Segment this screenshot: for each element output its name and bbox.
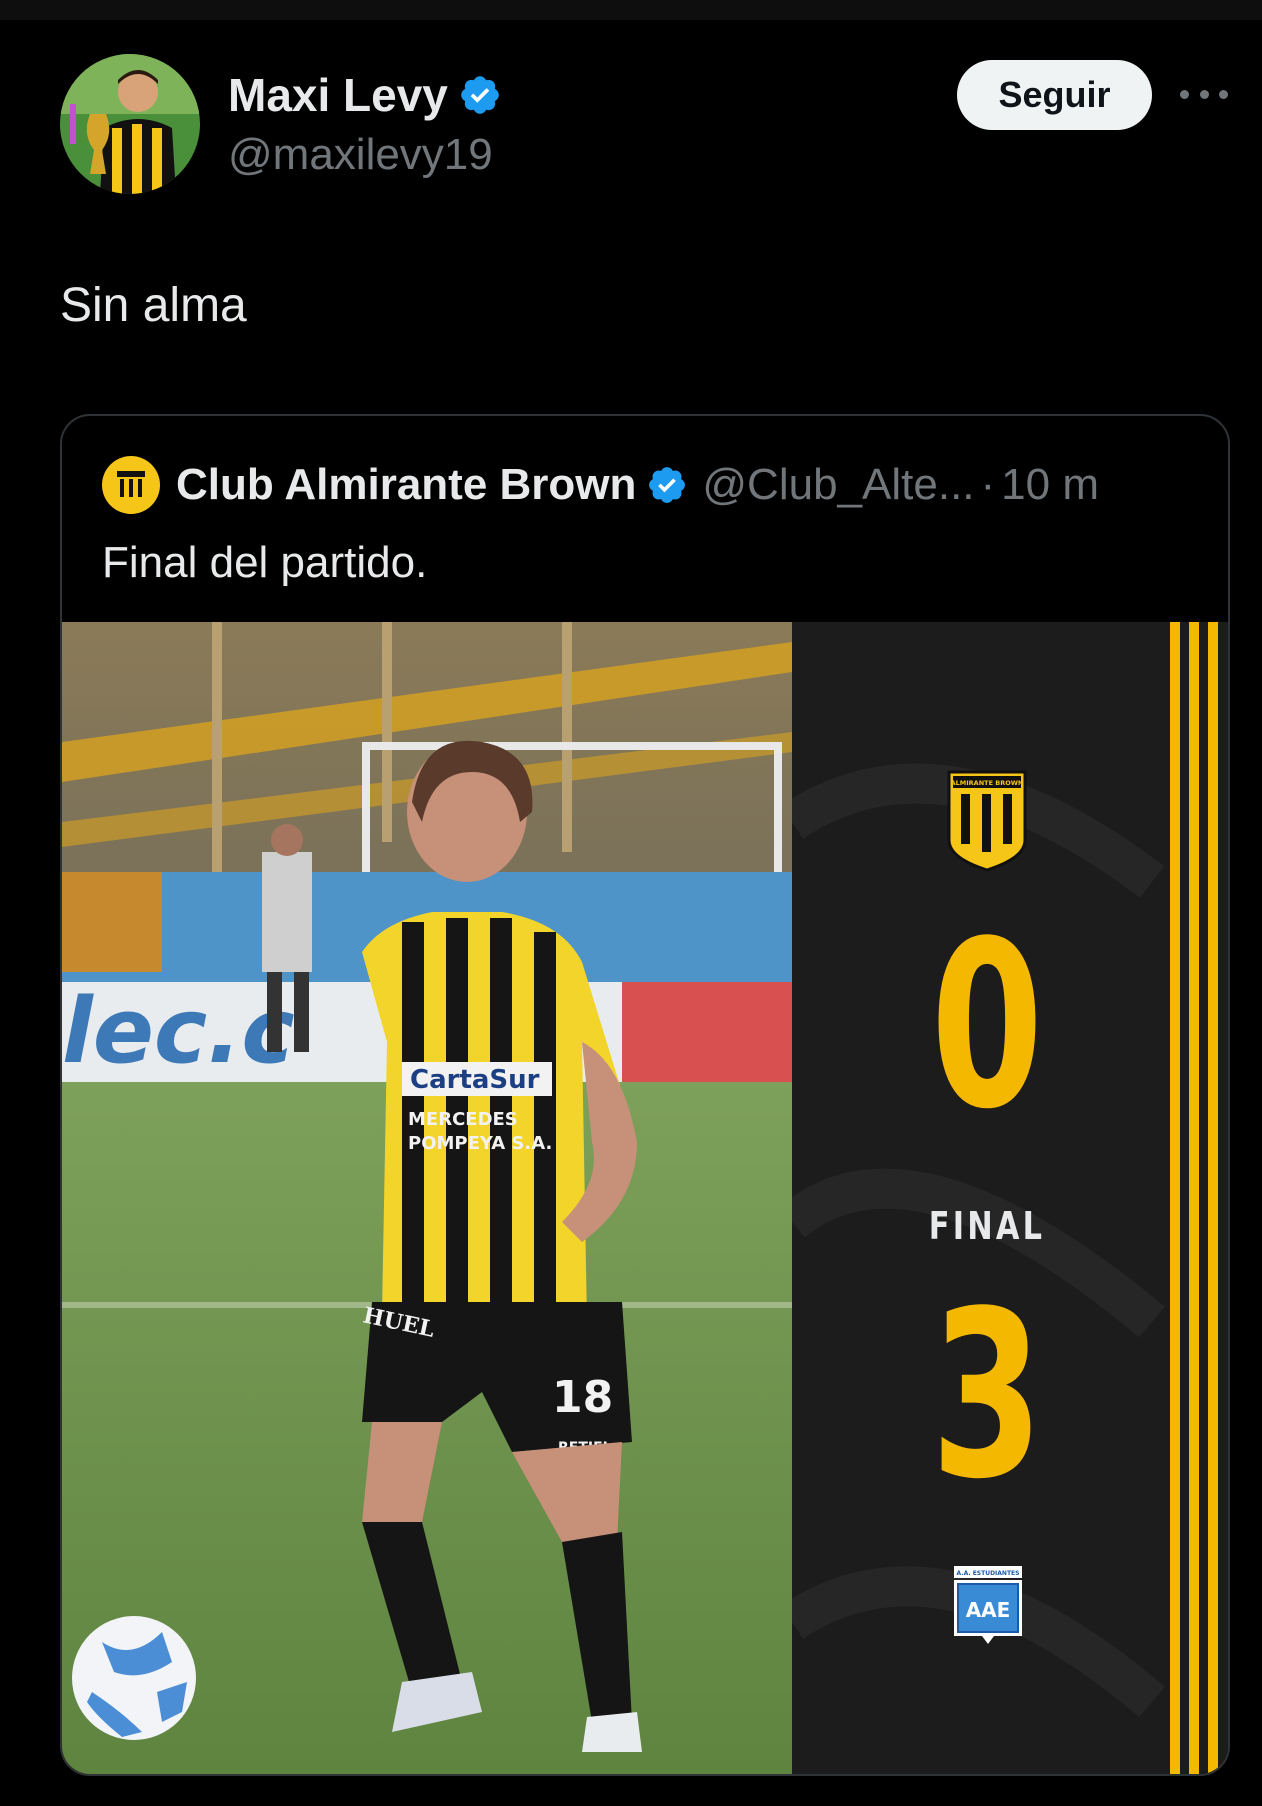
shirt-sponsor-2: MERCEDES <box>408 1109 518 1130</box>
quoted-handle[interactable]: @Club_Alte... <box>702 460 974 510</box>
top-bar <box>0 0 1262 20</box>
quoted-avatar[interactable] <box>102 456 160 514</box>
author-name-row: Maxi Levy <box>228 68 502 122</box>
home-crest-text: ALMIRANTE BROWN <box>951 779 1024 787</box>
board-text: lec.c <box>62 979 295 1084</box>
stripe <box>1189 622 1199 1774</box>
club-crest-icon <box>117 471 145 497</box>
verified-badge-icon <box>461 76 499 114</box>
score-panel: ALMIRANTE BROWN 0 FINAL 3 A.A. ESTUDIANT… <box>792 622 1228 1774</box>
quoted-timestamp[interactable]: 10 m <box>1001 460 1099 510</box>
follow-button[interactable]: Seguir <box>957 60 1152 130</box>
shirt-sponsor-3: POMPEYA S.A. <box>408 1133 552 1154</box>
tweet-text: Sin alma <box>60 279 247 332</box>
player-photo: lec.c CartaSur MERCEDES POMPEYA S.A. HUE… <box>62 622 792 1774</box>
more-dot <box>1180 89 1189 99</box>
more-dot <box>1219 89 1228 99</box>
home-score: 0 <box>930 893 1044 1160</box>
quoted-tweet[interactable]: Club Almirante Brown @Club_Alte... · 10 … <box>60 414 1230 1776</box>
author-handle[interactable]: @maxilevy19 <box>228 130 493 180</box>
quoted-header: Club Almirante Brown @Club_Alte... · 10 … <box>102 456 1099 514</box>
away-team-crest-icon: A.A. ESTUDIANTES AAE <box>954 1566 1022 1644</box>
away-crest-text: A.A. ESTUDIANTES <box>957 1570 1020 1577</box>
home-team-crest-icon: ALMIRANTE BROWN <box>947 770 1027 872</box>
match-status: FINAL <box>928 1204 1046 1248</box>
quoted-display-name[interactable]: Club Almirante Brown <box>176 460 636 510</box>
away-crest-monogram: AAE <box>966 1598 1011 1622</box>
quoted-separator: · <box>980 460 996 509</box>
quoted-text: Final del partido. <box>102 538 428 587</box>
shirt-sponsor-1: CartaSur <box>410 1065 540 1095</box>
avatar-photo <box>60 54 200 194</box>
away-score: 3 <box>930 1263 1044 1530</box>
more-icon[interactable] <box>1180 76 1228 112</box>
verified-badge-icon <box>649 467 686 503</box>
quoted-media[interactable]: lec.c CartaSur MERCEDES POMPEYA S.A. HUE… <box>62 622 1228 1774</box>
yellow-stripes <box>1170 622 1218 1774</box>
avatar[interactable] <box>60 54 200 194</box>
photo-illustration: lec.c CartaSur MERCEDES POMPEYA S.A. HUE… <box>62 622 792 1774</box>
stripe <box>1208 622 1218 1774</box>
stripe <box>1170 622 1180 1774</box>
more-dot <box>1199 89 1209 99</box>
player-number: 18 <box>552 1372 613 1423</box>
author-display-name[interactable]: Maxi Levy <box>228 68 448 122</box>
